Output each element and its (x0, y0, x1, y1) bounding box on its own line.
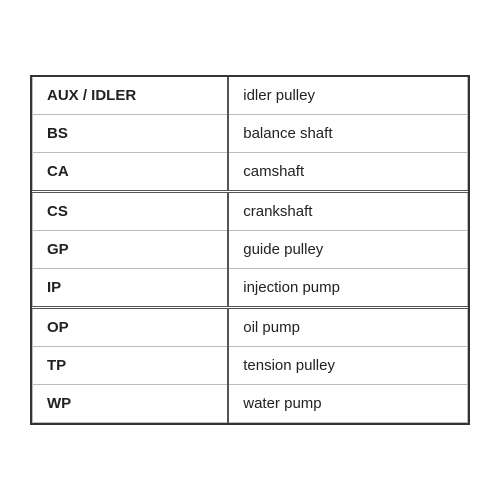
abbreviation-cell: OP (33, 308, 229, 347)
abbreviation-cell: CS (33, 192, 229, 231)
description-cell: camshaft (228, 153, 467, 192)
description-cell: idler pulley (228, 77, 467, 115)
table-row: AUX / IDLERidler pulley (33, 77, 468, 115)
table-row: BSbalance shaft (33, 115, 468, 153)
description-cell: tension pulley (228, 347, 467, 385)
table-row: TPtension pulley (33, 347, 468, 385)
abbreviation-cell: TP (33, 347, 229, 385)
table-row: OPoil pump (33, 308, 468, 347)
abbreviation-cell: BS (33, 115, 229, 153)
table-row: IPinjection pump (33, 269, 468, 308)
abbreviation-cell: CA (33, 153, 229, 192)
description-cell: injection pump (228, 269, 467, 308)
abbreviation-cell: WP (33, 385, 229, 423)
abbreviation-cell: AUX / IDLER (33, 77, 229, 115)
description-cell: balance shaft (228, 115, 467, 153)
abbreviation-cell: GP (33, 231, 229, 269)
abbreviation-cell: IP (33, 269, 229, 308)
description-cell: guide pulley (228, 231, 467, 269)
table-row: CAcamshaft (33, 153, 468, 192)
description-cell: water pump (228, 385, 467, 423)
table-row: GPguide pulley (33, 231, 468, 269)
description-cell: oil pump (228, 308, 467, 347)
abbreviations-table: AUX / IDLERidler pulleyBSbalance shaftCA… (30, 75, 470, 425)
table-row: CScrankshaft (33, 192, 468, 231)
description-cell: crankshaft (228, 192, 467, 231)
table-row: WPwater pump (33, 385, 468, 423)
